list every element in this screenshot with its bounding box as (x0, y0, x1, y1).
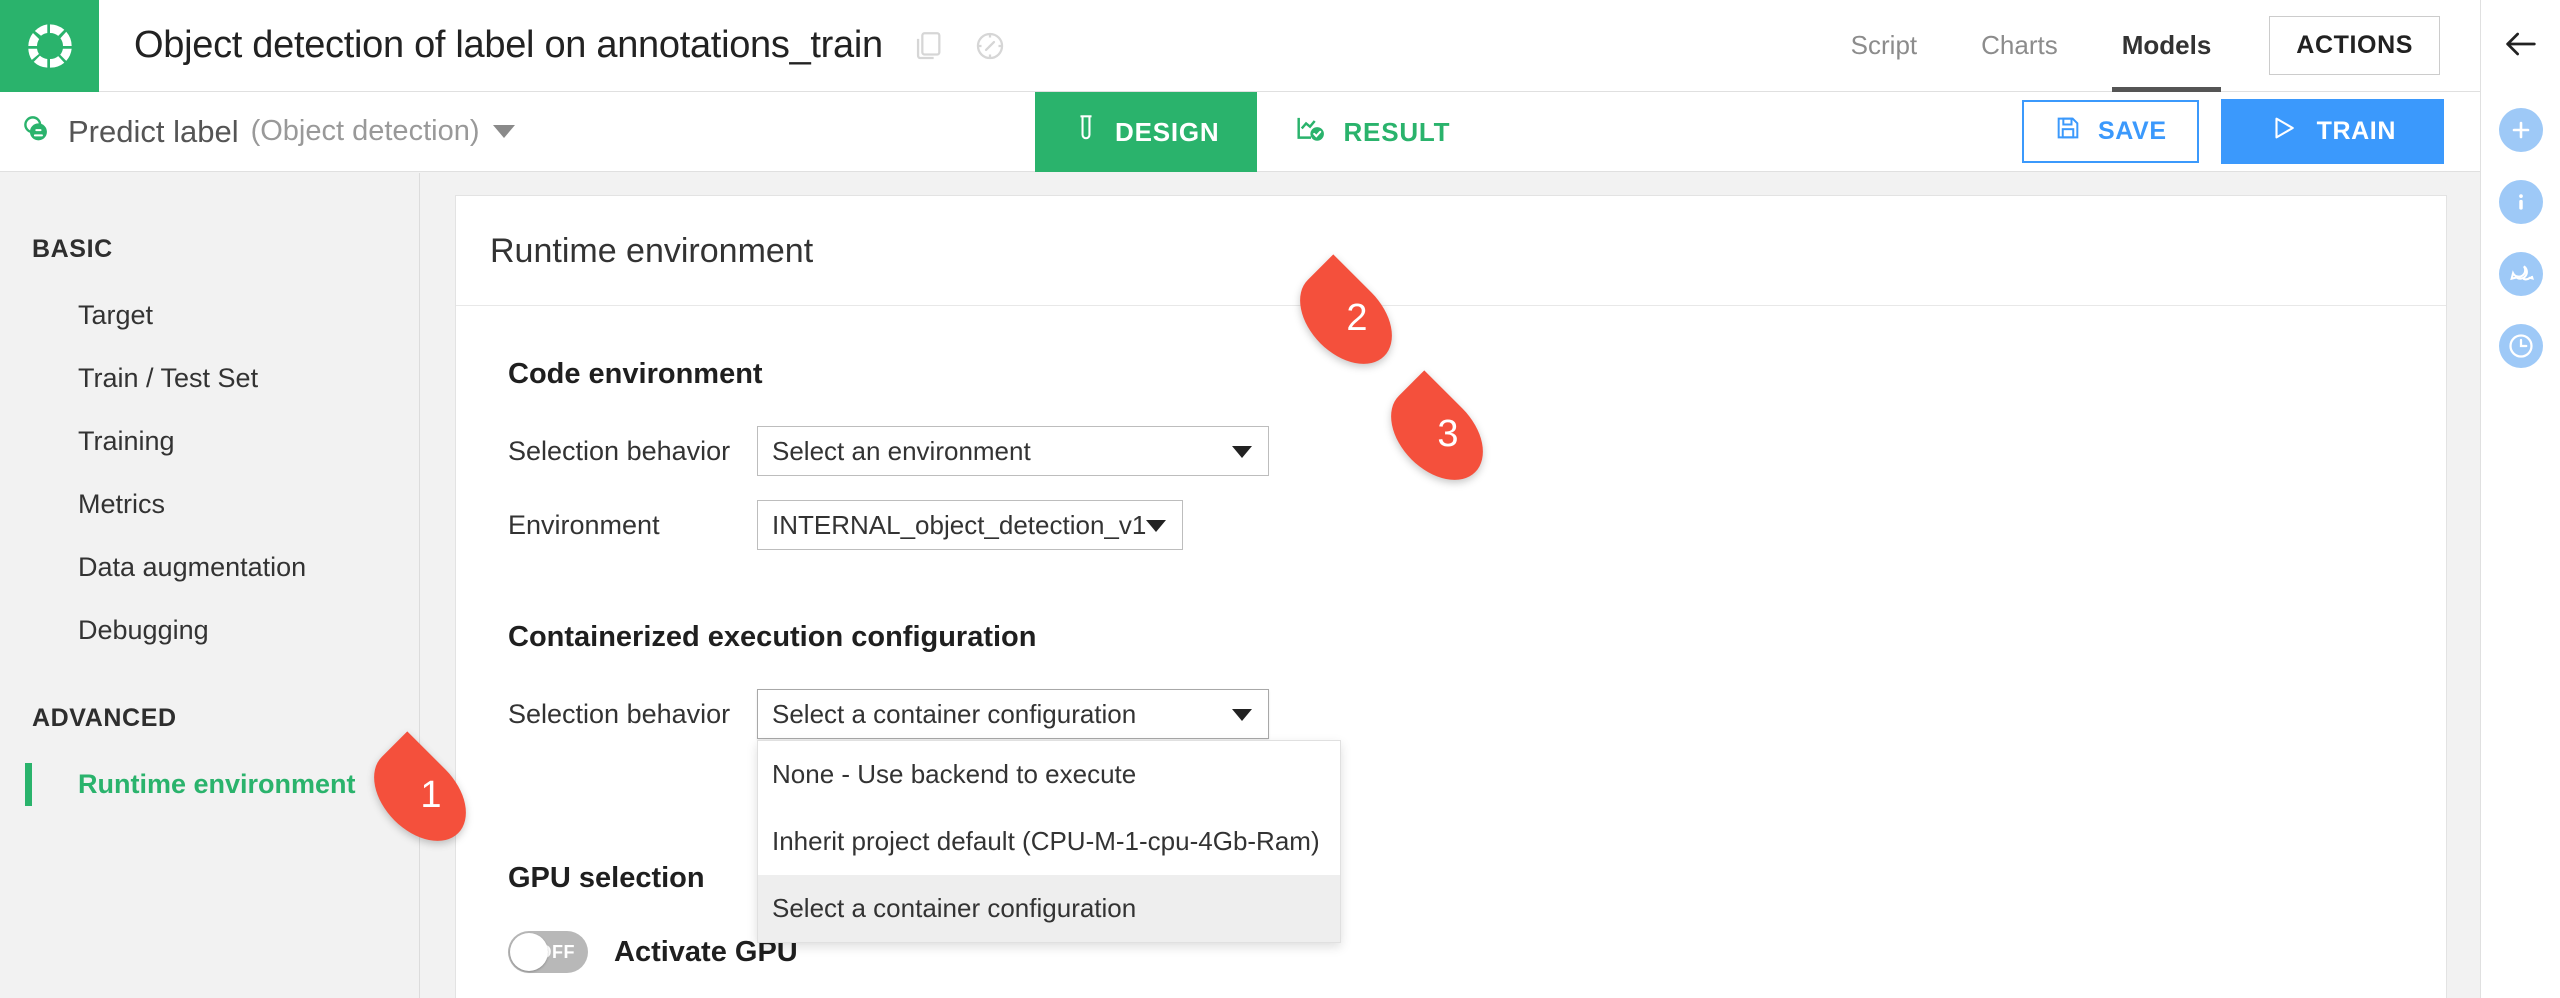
right-rail (2480, 0, 2560, 998)
tab-models[interactable]: Models (2090, 0, 2244, 92)
callout-pin-1: 1 (366, 759, 474, 831)
test-tube-icon (1073, 114, 1099, 151)
tab-result-label: RESULT (1343, 117, 1450, 148)
prediction-recipe-icon (20, 112, 54, 151)
card-title: Runtime environment (456, 196, 2446, 306)
row-environment: Environment INTERNAL_object_detection_v1 (508, 499, 2446, 551)
row-container-selection-behavior: Selection behavior Select a container co… (508, 688, 2446, 740)
sidebar-item-training[interactable]: Training (0, 410, 419, 473)
chevron-down-icon (1232, 446, 1252, 458)
callout-pin-3-number: 3 (1383, 413, 1491, 456)
select-environment[interactable]: INTERNAL_object_detection_v1 (757, 500, 1183, 550)
compass-icon[interactable] (973, 29, 1007, 63)
tab-design-label: DESIGN (1115, 117, 1219, 148)
app-root: Object detection of label on annotations… (0, 0, 2560, 998)
label-environment: Environment (508, 510, 757, 541)
tab-design[interactable]: DESIGN (1035, 92, 1257, 172)
main-content: Runtime environment Code environment Sel… (421, 173, 2480, 998)
tab-result[interactable]: RESULT (1257, 92, 1488, 172)
actions-button[interactable]: ACTIONS (2269, 16, 2440, 75)
select-code-env-selection-behavior[interactable]: Select an environment (757, 426, 1269, 476)
history-icon[interactable] (2499, 324, 2543, 368)
sidebar-item-metrics[interactable]: Metrics (0, 473, 419, 536)
discussions-icon[interactable] (2499, 252, 2543, 296)
callout-pin-3: 3 (1383, 398, 1491, 470)
sidebar-item-target[interactable]: Target (0, 284, 419, 347)
activate-gpu-toggle[interactable]: OFF (508, 931, 588, 973)
tab-charts[interactable]: Charts (1949, 0, 2090, 92)
plus-icon[interactable] (2499, 108, 2543, 152)
select-container-configuration[interactable]: Select a container configuration (757, 689, 1269, 739)
info-icon-circle (2499, 180, 2543, 224)
section-title-containerized-execution: Containerized execution configuration (508, 621, 2446, 654)
discussions-icon-circle (2499, 252, 2543, 296)
save-button-label: SAVE (2098, 117, 2167, 146)
floppy-disk-icon (2054, 114, 2082, 149)
history-icon-circle (2499, 324, 2543, 368)
page-title: Object detection of label on annotations… (134, 24, 883, 67)
chart-check-icon (1295, 114, 1327, 151)
top-nav: Script Charts Models ACTIONS (1819, 0, 2480, 92)
sidebar-group-basic: BASIC (0, 235, 419, 264)
recipe-type: (Object detection) (251, 115, 480, 148)
sidebar-item-data-augmentation[interactable]: Data augmentation (0, 536, 419, 599)
title-icon-group (911, 29, 1007, 63)
select-code-env-selection-behavior-value: Select an environment (772, 436, 1031, 467)
dropdown-option-none[interactable]: None - Use backend to execute (758, 741, 1340, 808)
select-container-configuration-value: Select a container configuration (772, 699, 1136, 730)
sidebar-group-advanced: ADVANCED (0, 704, 419, 733)
recipe-identity[interactable]: Predict label (Object detection) (0, 112, 515, 151)
toolbar-actions: SAVE TRAIN (2022, 99, 2480, 164)
runtime-environment-card: Runtime environment Code environment Sel… (455, 195, 2447, 998)
back-arrow-icon[interactable] (2499, 22, 2543, 66)
callout-pin-2: 2 (1292, 282, 1400, 354)
select-environment-value: INTERNAL_object_detection_v1 (772, 510, 1146, 541)
recipe-toolbar: Predict label (Object detection) DESIGN (0, 92, 2480, 172)
toggle-knob (510, 933, 548, 971)
chevron-down-icon (1232, 709, 1252, 721)
callout-pin-2-number: 2 (1292, 297, 1400, 340)
dropdown-option-inherit-project-default[interactable]: Inherit project default (CPU-M-1-cpu-4Gb… (758, 808, 1340, 875)
top-header-bar: Object detection of label on annotations… (0, 0, 2480, 92)
tab-script[interactable]: Script (1819, 0, 1949, 92)
label-container-selection-behavior: Selection behavior (508, 699, 757, 730)
callout-pin-1-number: 1 (366, 774, 474, 817)
container-configuration-dropdown: None - Use backend to execute Inherit pr… (757, 740, 1341, 943)
sidebar-item-debugging[interactable]: Debugging (0, 599, 419, 662)
dropdown-option-select-a-container-configuration[interactable]: Select a container configuration (758, 875, 1340, 942)
chevron-down-icon (1146, 520, 1166, 532)
section-title-code-environment: Code environment (508, 358, 2446, 391)
recipe-name: Predict label (68, 114, 239, 150)
copy-icon[interactable] (911, 29, 945, 63)
settings-sidebar: BASIC Target Train / Test Set Training M… (0, 173, 420, 998)
info-icon[interactable] (2499, 180, 2543, 224)
play-icon (2269, 113, 2299, 150)
sidebar-item-runtime-environment[interactable]: Runtime environment (0, 753, 419, 816)
dataiku-logo[interactable] (0, 0, 99, 92)
mode-tabs: DESIGN RESULT (1035, 92, 1488, 172)
sidebar-item-train-test-set[interactable]: Train / Test Set (0, 347, 419, 410)
chevron-down-icon[interactable] (493, 125, 515, 138)
train-button-label: TRAIN (2317, 117, 2396, 146)
save-button[interactable]: SAVE (2022, 100, 2199, 163)
train-button[interactable]: TRAIN (2221, 99, 2444, 164)
label-code-env-selection-behavior: Selection behavior (508, 436, 757, 467)
plus-icon-circle (2499, 108, 2543, 152)
